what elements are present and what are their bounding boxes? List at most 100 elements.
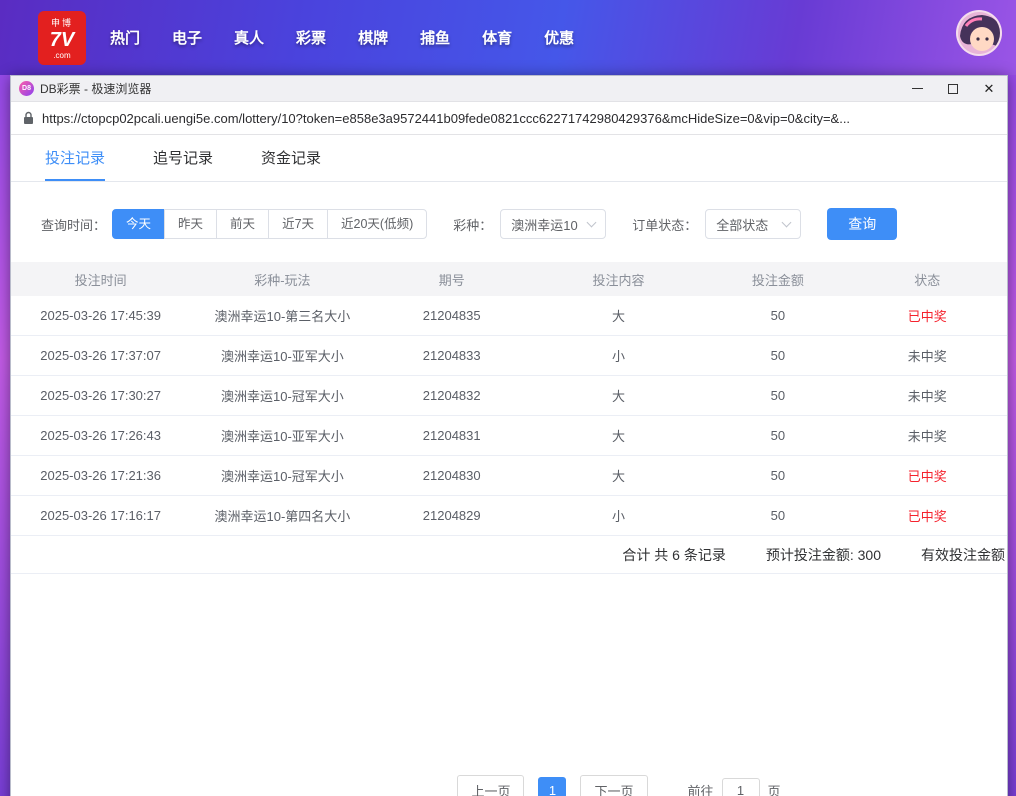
- bet-issue: 21204835: [375, 308, 529, 323]
- nav-item-cards[interactable]: 棋牌: [342, 27, 404, 48]
- bet-amount: 50: [708, 348, 847, 363]
- lock-icon: [23, 111, 34, 125]
- nav-item-fishing[interactable]: 捕鱼: [404, 27, 466, 48]
- bet-status: 未中奖: [848, 386, 1007, 405]
- bet-amount: 50: [708, 308, 847, 323]
- db-lottery-favicon: D8: [19, 81, 34, 96]
- url-text: https://ctopcp02pcali.uengi5e.com/lotter…: [42, 111, 850, 126]
- bet-amount: 50: [708, 468, 847, 483]
- current-page-button[interactable]: 1: [538, 777, 566, 796]
- bet-issue: 21204829: [375, 508, 529, 523]
- lottery-select[interactable]: 澳洲幸运10: [500, 209, 606, 239]
- nav-item-sports[interactable]: 体育: [466, 27, 528, 48]
- address-bar[interactable]: https://ctopcp02pcali.uengi5e.com/lotter…: [11, 102, 1007, 135]
- close-button[interactable]: ✕: [971, 76, 1007, 101]
- nav-item-promo[interactable]: 优惠: [528, 27, 590, 48]
- site-logo[interactable]: 申博 7V .com: [38, 11, 86, 65]
- window-titlebar[interactable]: D8 DB彩票 - 极速浏览器 ✕: [11, 76, 1007, 102]
- query-button[interactable]: 查询: [827, 208, 897, 240]
- bet-content: 大: [529, 426, 708, 445]
- summary-bar: 合计 共 6 条记录 预计投注金额: 300 有效投注金额: [11, 536, 1007, 574]
- order-status-value: 全部状态: [716, 215, 768, 234]
- order-status-select[interactable]: 全部状态: [705, 209, 801, 239]
- bet-issue: 21204831: [375, 428, 529, 443]
- time-option-today[interactable]: 今天: [112, 209, 165, 239]
- header-issue: 期号: [375, 270, 529, 289]
- bet-time: 2025-03-26 17:21:36: [11, 468, 190, 483]
- pagination: 上一页 1 下一页 前往 页: [121, 775, 1007, 796]
- logo-top-text: 申博: [51, 16, 73, 29]
- bet-game: 澳洲幸运10-冠军大小: [190, 386, 374, 405]
- bet-status: 已中奖: [848, 506, 1007, 525]
- bet-time: 2025-03-26 17:26:43: [11, 428, 190, 443]
- bet-amount: 50: [708, 428, 847, 443]
- bet-game: 澳洲幸运10-亚军大小: [190, 426, 374, 445]
- time-option-20days[interactable]: 近20天(低频): [327, 209, 427, 239]
- table-row[interactable]: 2025-03-26 17:26:43 澳洲幸运10-亚军大小 21204831…: [11, 416, 1007, 456]
- lottery-select-value: 澳洲幸运10: [511, 215, 577, 234]
- window-controls: ✕: [899, 76, 1007, 101]
- nav-item-hot[interactable]: 热门: [94, 27, 156, 48]
- time-filter-label: 查询时间：: [41, 215, 106, 234]
- bet-game: 澳洲幸运10-冠军大小: [190, 466, 374, 485]
- user-avatar[interactable]: [956, 10, 1002, 56]
- logo-sub-text: .com: [53, 51, 70, 60]
- next-page-button[interactable]: 下一页: [580, 775, 647, 796]
- bet-amount: 50: [708, 388, 847, 403]
- filter-bar: 查询时间： 今天 昨天 前天 近7天 近20天(低频) 彩种： 澳洲幸运10 订…: [41, 208, 1007, 240]
- header-status: 状态: [848, 270, 1007, 289]
- maximize-icon: [948, 84, 958, 94]
- maximize-button[interactable]: [935, 76, 971, 101]
- bet-status: 已中奖: [848, 306, 1007, 325]
- chevron-down-icon: [782, 218, 792, 228]
- chevron-down-icon: [587, 218, 597, 228]
- time-option-yesterday[interactable]: 昨天: [164, 209, 217, 239]
- bet-game: 澳洲幸运10-亚军大小: [190, 346, 374, 365]
- tab-bet-records[interactable]: 投注记录: [45, 135, 105, 181]
- avatar-image: [958, 12, 1002, 56]
- bet-issue: 21204833: [375, 348, 529, 363]
- bet-status: 未中奖: [848, 346, 1007, 365]
- bet-content: 小: [529, 346, 708, 365]
- close-icon: ✕: [984, 81, 995, 97]
- nav-item-lottery[interactable]: 彩票: [280, 27, 342, 48]
- summary-expected-amount: 预计投注金额: 300: [766, 545, 881, 565]
- bet-amount: 50: [708, 508, 847, 523]
- table-row[interactable]: 2025-03-26 17:30:27 澳洲幸运10-冠军大小 21204832…: [11, 376, 1007, 416]
- status-filter-label: 订单状态：: [632, 215, 697, 234]
- bet-records-table: 投注时间 彩种-玩法 期号 投注内容 投注金额 状态 2025-03-26 17…: [11, 262, 1007, 536]
- bet-content: 小: [529, 506, 708, 525]
- time-option-7days[interactable]: 近7天: [268, 209, 328, 239]
- nav-menu: 热门 电子 真人 彩票 棋牌 捕鱼 体育 优惠: [94, 27, 590, 48]
- table-row[interactable]: 2025-03-26 17:37:07 澳洲幸运10-亚军大小 21204833…: [11, 336, 1007, 376]
- minimize-icon: [912, 88, 923, 89]
- table-row[interactable]: 2025-03-26 17:16:17 澳洲幸运10-第四名大小 2120482…: [11, 496, 1007, 536]
- goto-page-input[interactable]: [722, 778, 760, 796]
- bet-status: 未中奖: [848, 426, 1007, 445]
- prev-page-button[interactable]: 上一页: [457, 775, 524, 796]
- bet-status: 已中奖: [848, 466, 1007, 485]
- tab-chase-records[interactable]: 追号记录: [153, 135, 213, 181]
- summary-valid-amount: 有效投注金额: [921, 545, 1005, 565]
- time-option-day-before[interactable]: 前天: [216, 209, 269, 239]
- header-content: 投注内容: [529, 270, 708, 289]
- table-row[interactable]: 2025-03-26 17:45:39 澳洲幸运10-第三名大小 2120483…: [11, 296, 1007, 336]
- bet-content: 大: [529, 306, 708, 325]
- page-unit-label: 页: [768, 781, 781, 796]
- page-content: 投注记录 追号记录 资金记录 查询时间： 今天 昨天 前天 近7天 近20天(低…: [11, 135, 1007, 796]
- tab-fund-records[interactable]: 资金记录: [261, 135, 321, 181]
- header-amount: 投注金额: [708, 270, 847, 289]
- site-top-nav: 申博 7V .com 热门 电子 真人 彩票 棋牌 捕鱼 体育 优惠: [0, 0, 1016, 75]
- nav-item-live[interactable]: 真人: [218, 27, 280, 48]
- bet-game: 澳洲幸运10-第四名大小: [190, 506, 374, 525]
- bet-time: 2025-03-26 17:30:27: [11, 388, 190, 403]
- record-tabs: 投注记录 追号记录 资金记录: [11, 135, 1007, 182]
- bet-issue: 21204830: [375, 468, 529, 483]
- table-row[interactable]: 2025-03-26 17:21:36 澳洲幸运10-冠军大小 21204830…: [11, 456, 1007, 496]
- browser-window: D8 DB彩票 - 极速浏览器 ✕ https://ctopcp02pcali.…: [10, 75, 1008, 796]
- header-game: 彩种-玩法: [190, 270, 374, 289]
- minimize-button[interactable]: [899, 76, 935, 101]
- bet-content: 大: [529, 466, 708, 485]
- nav-item-slots[interactable]: 电子: [156, 27, 218, 48]
- goto-page-group: 前往 页: [688, 778, 781, 796]
